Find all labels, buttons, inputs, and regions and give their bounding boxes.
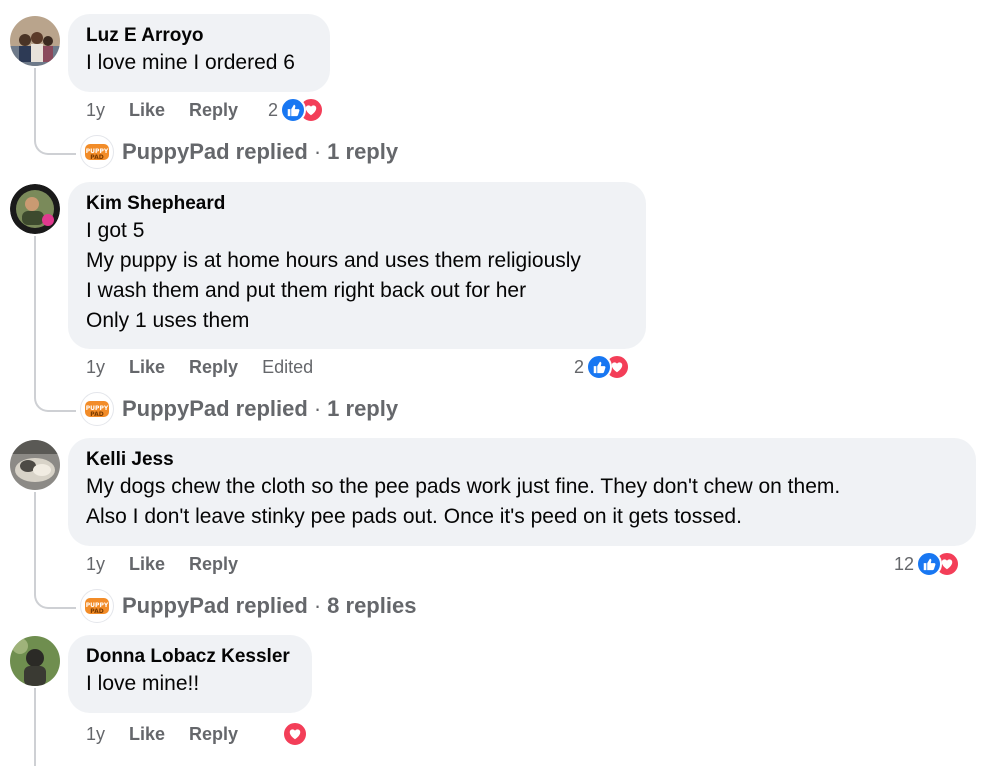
avatar[interactable] <box>10 16 60 66</box>
comment-text: My puppy is at home hours and uses them … <box>86 249 581 272</box>
reply-button[interactable]: Reply <box>189 357 238 378</box>
page-replied-link[interactable]: PUPPY PAD PuppyPad replied · 8 replies <box>80 589 416 623</box>
avatar[interactable] <box>10 636 60 686</box>
comment-author[interactable]: Kelli Jess <box>86 448 958 472</box>
reply-count: 1 reply <box>327 396 399 421</box>
like-button[interactable]: Like <box>129 724 165 745</box>
page-replied-link[interactable]: PUPPY PAD PuppyPad replied · 1 reply <box>80 392 398 426</box>
love-icon <box>282 721 308 747</box>
replied-by-label: PuppyPad replied <box>122 593 308 618</box>
comment-actions: 1y Like Reply <box>86 549 262 579</box>
comment-bubble: Kelli Jess My dogs chew the cloth so the… <box>68 438 976 546</box>
comment-text: I wash them and put them right back out … <box>86 279 527 302</box>
comment-text: I love mine I ordered 6 <box>86 51 295 74</box>
comment-bubble: Kim Shepheard I got 5 My puppy is at hom… <box>68 182 646 349</box>
svg-text:PAD: PAD <box>90 608 103 615</box>
reply-count: 1 reply <box>327 139 399 164</box>
edited-label[interactable]: Edited <box>262 357 313 378</box>
replied-by-label: PuppyPad replied <box>122 139 308 164</box>
like-button[interactable]: Like <box>129 357 165 378</box>
comment-actions: 1y Like Reply <box>86 95 262 125</box>
like-icon <box>586 354 613 380</box>
reply-button[interactable]: Reply <box>189 100 238 121</box>
comment-bubble: Luz E Arroyo I love mine I ordered 6 <box>68 14 330 92</box>
puppypad-logo-icon: PUPPY PAD <box>80 392 114 426</box>
comment-text: Also I don't leave stinky pee pads out. … <box>86 505 742 528</box>
replied-by-label: PuppyPad replied <box>122 396 308 421</box>
reaction-summary[interactable]: 2 <box>574 352 631 382</box>
like-icon <box>916 551 943 577</box>
separator: · <box>313 139 322 164</box>
comment-text: My dogs chew the cloth so the pee pads w… <box>86 475 841 498</box>
like-button[interactable]: Like <box>129 100 165 121</box>
comment-actions: 1y Like Reply Edited <box>86 352 313 382</box>
reaction-count: 12 <box>894 553 915 574</box>
puppypad-logo-icon: PUPPY PAD <box>80 589 114 623</box>
comment-author[interactable]: Donna Lobacz Kessler <box>86 645 294 669</box>
comment-text: I love mine!! <box>86 672 200 695</box>
reply-button[interactable]: Reply <box>189 554 238 575</box>
comment-text: I got 5 <box>86 219 145 242</box>
separator: · <box>313 396 322 421</box>
comment-age[interactable]: 1y <box>86 724 105 745</box>
reaction-summary[interactable]: 2 <box>268 95 325 125</box>
reaction-count: 2 <box>574 356 585 377</box>
reply-count: 8 replies <box>327 593 417 618</box>
comment-text: Only 1 uses them <box>86 309 250 332</box>
comment-actions: 1y Like Reply <box>86 719 262 749</box>
puppypad-logo-icon: PUPPY PAD <box>80 135 114 169</box>
page-replied-link[interactable]: PUPPY PAD PuppyPad replied · 1 reply <box>80 135 398 169</box>
comment-age[interactable]: 1y <box>86 100 105 121</box>
avatar[interactable] <box>10 184 60 234</box>
like-button[interactable]: Like <box>129 554 165 575</box>
comment-age[interactable]: 1y <box>86 554 105 575</box>
comment-age[interactable]: 1y <box>86 357 105 378</box>
reaction-summary[interactable]: 12 <box>894 549 961 579</box>
comment-author[interactable]: Kim Shepheard <box>86 192 628 216</box>
avatar[interactable] <box>10 440 60 490</box>
comment-bubble: Donna Lobacz Kessler I love mine!! <box>68 635 312 713</box>
svg-text:PAD: PAD <box>90 154 103 161</box>
svg-text:PAD: PAD <box>90 411 103 418</box>
like-icon <box>280 97 307 123</box>
separator: · <box>313 593 322 618</box>
reply-button[interactable]: Reply <box>189 724 238 745</box>
reaction-count: 2 <box>268 99 279 120</box>
reaction-summary[interactable] <box>282 719 308 749</box>
comment-author[interactable]: Luz E Arroyo <box>86 24 312 48</box>
